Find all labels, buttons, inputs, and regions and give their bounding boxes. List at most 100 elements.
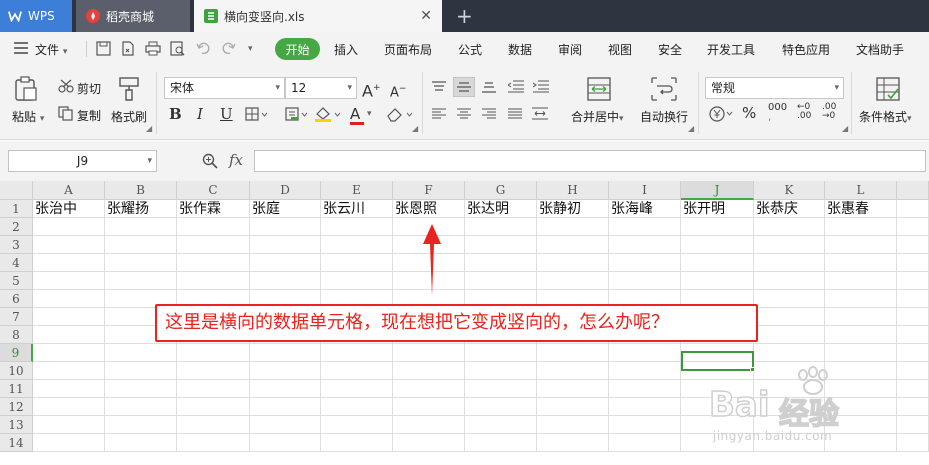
align-left-icon[interactable]: [432, 108, 446, 123]
grid-cell[interactable]: 张耀扬: [105, 200, 177, 218]
grid-cell[interactable]: [321, 416, 393, 434]
grid-cell[interactable]: [465, 254, 537, 272]
grid-cell[interactable]: [393, 344, 465, 362]
grid-cell[interactable]: 张静初: [537, 200, 609, 218]
grid-cell[interactable]: [177, 254, 250, 272]
grid-cell[interactable]: [897, 272, 929, 290]
menu-doc-assistant[interactable]: 文档助手: [856, 41, 904, 58]
grid-cell[interactable]: [33, 434, 105, 452]
grid-cell[interactable]: [465, 236, 537, 254]
currency-icon[interactable]: [709, 106, 735, 125]
row-header[interactable]: 9: [0, 344, 33, 362]
grid-cell[interactable]: [897, 380, 929, 398]
grid-cell[interactable]: [393, 416, 465, 434]
menu-data[interactable]: 数据: [508, 41, 532, 58]
align-right-icon[interactable]: [482, 108, 496, 123]
grid-cell[interactable]: [897, 398, 929, 416]
align-bottom-icon[interactable]: [482, 81, 496, 96]
grid-cell[interactable]: [465, 434, 537, 452]
clear-format-eraser-icon[interactable]: [386, 106, 414, 125]
grid-cell[interactable]: [825, 254, 897, 272]
column-header[interactable]: I: [609, 181, 681, 200]
grid-cell[interactable]: [321, 236, 393, 254]
grid-cell[interactable]: [33, 254, 105, 272]
column-header[interactable]: D: [250, 181, 321, 200]
increase-decimal-icon[interactable]: ←0.00: [797, 103, 811, 121]
grid-cell[interactable]: [825, 218, 897, 236]
name-box[interactable]: J9 ▾: [8, 150, 157, 172]
grid-cell[interactable]: [465, 344, 537, 362]
grid-cell[interactable]: 张开明: [681, 200, 754, 218]
row-header[interactable]: 3: [0, 236, 33, 254]
grid-cell[interactable]: [105, 434, 177, 452]
decrease-indent-icon[interactable]: [507, 80, 524, 96]
grid-cell[interactable]: [465, 272, 537, 290]
grid-cell[interactable]: [33, 308, 105, 326]
grid-cell[interactable]: [321, 434, 393, 452]
tab-file-xls[interactable]: 横向变竖向.xls ✕: [194, 0, 442, 32]
grid-cell[interactable]: [33, 290, 105, 308]
grid-cell[interactable]: [33, 218, 105, 236]
grid-cell[interactable]: [825, 308, 897, 326]
grid-cell[interactable]: [609, 344, 681, 362]
font-size-combo[interactable]: 12 ▾: [285, 77, 357, 99]
export-pdf-icon[interactable]: [120, 41, 136, 57]
grid-cell[interactable]: [897, 200, 929, 218]
grid-cell[interactable]: [897, 416, 929, 434]
grid-cell[interactable]: [537, 434, 609, 452]
grid-cell[interactable]: [321, 254, 393, 272]
grid-cell[interactable]: [250, 362, 321, 380]
grid-cell[interactable]: [609, 398, 681, 416]
scissors-icon[interactable]: [58, 79, 74, 96]
grid-cell[interactable]: [105, 398, 177, 416]
underline-button[interactable]: U: [220, 106, 233, 122]
grid-cell[interactable]: [897, 308, 929, 326]
grid-cell[interactable]: [177, 380, 250, 398]
column-header[interactable]: L: [825, 181, 897, 200]
formula-input[interactable]: [254, 150, 926, 172]
row-header[interactable]: 13: [0, 416, 33, 434]
grid-cell[interactable]: [105, 218, 177, 236]
paste-button[interactable]: 粘贴 ▾: [12, 108, 44, 125]
grid-cell[interactable]: 张海峰: [609, 200, 681, 218]
customize-chevron-icon[interactable]: ▾: [248, 44, 264, 60]
grid-cell[interactable]: 张云川: [321, 200, 393, 218]
grid-cell[interactable]: [250, 344, 321, 362]
grid-cell[interactable]: [609, 218, 681, 236]
grid-cell[interactable]: [754, 218, 825, 236]
grid-cell[interactable]: [33, 272, 105, 290]
grid-cell[interactable]: [33, 416, 105, 434]
copy-icon[interactable]: [58, 106, 73, 124]
menu-file[interactable]: 文件 ▾: [35, 41, 67, 58]
wrap-text-icon[interactable]: [651, 77, 677, 104]
grid-cell[interactable]: [537, 416, 609, 434]
zoom-magnifier-icon[interactable]: [202, 153, 218, 172]
grid-cell[interactable]: [609, 416, 681, 434]
grid-cell[interactable]: [177, 236, 250, 254]
merge-center-button[interactable]: 合并居中▾: [571, 108, 624, 125]
row-header[interactable]: 10: [0, 362, 33, 380]
grid-cell[interactable]: [897, 326, 929, 344]
grid-cell[interactable]: [105, 380, 177, 398]
copy-button[interactable]: 复制: [77, 107, 101, 124]
grid-cell[interactable]: [537, 236, 609, 254]
conditional-format-icon[interactable]: [876, 77, 900, 104]
grid-cell[interactable]: [537, 380, 609, 398]
menu-page-layout[interactable]: 页面布局: [384, 41, 432, 58]
grid-cell[interactable]: 张恭庆: [754, 200, 825, 218]
row-header[interactable]: 12: [0, 398, 33, 416]
grid-cell[interactable]: [321, 380, 393, 398]
decrease-decimal-icon[interactable]: .00 →0: [822, 103, 836, 121]
align-top-icon[interactable]: [432, 81, 446, 96]
grid-cell[interactable]: [321, 218, 393, 236]
row-header[interactable]: 7: [0, 308, 33, 326]
wrap-text-button[interactable]: 自动换行: [640, 108, 688, 125]
grid-cell[interactable]: [465, 380, 537, 398]
grid-cell[interactable]: [754, 344, 825, 362]
grid-cell[interactable]: [754, 236, 825, 254]
row-header[interactable]: 2: [0, 218, 33, 236]
tab-close-icon[interactable]: ✕: [420, 8, 432, 24]
menu-special-apps[interactable]: 特色应用: [782, 41, 830, 58]
grid-cell[interactable]: [465, 362, 537, 380]
column-header[interactable]: C: [177, 181, 250, 200]
